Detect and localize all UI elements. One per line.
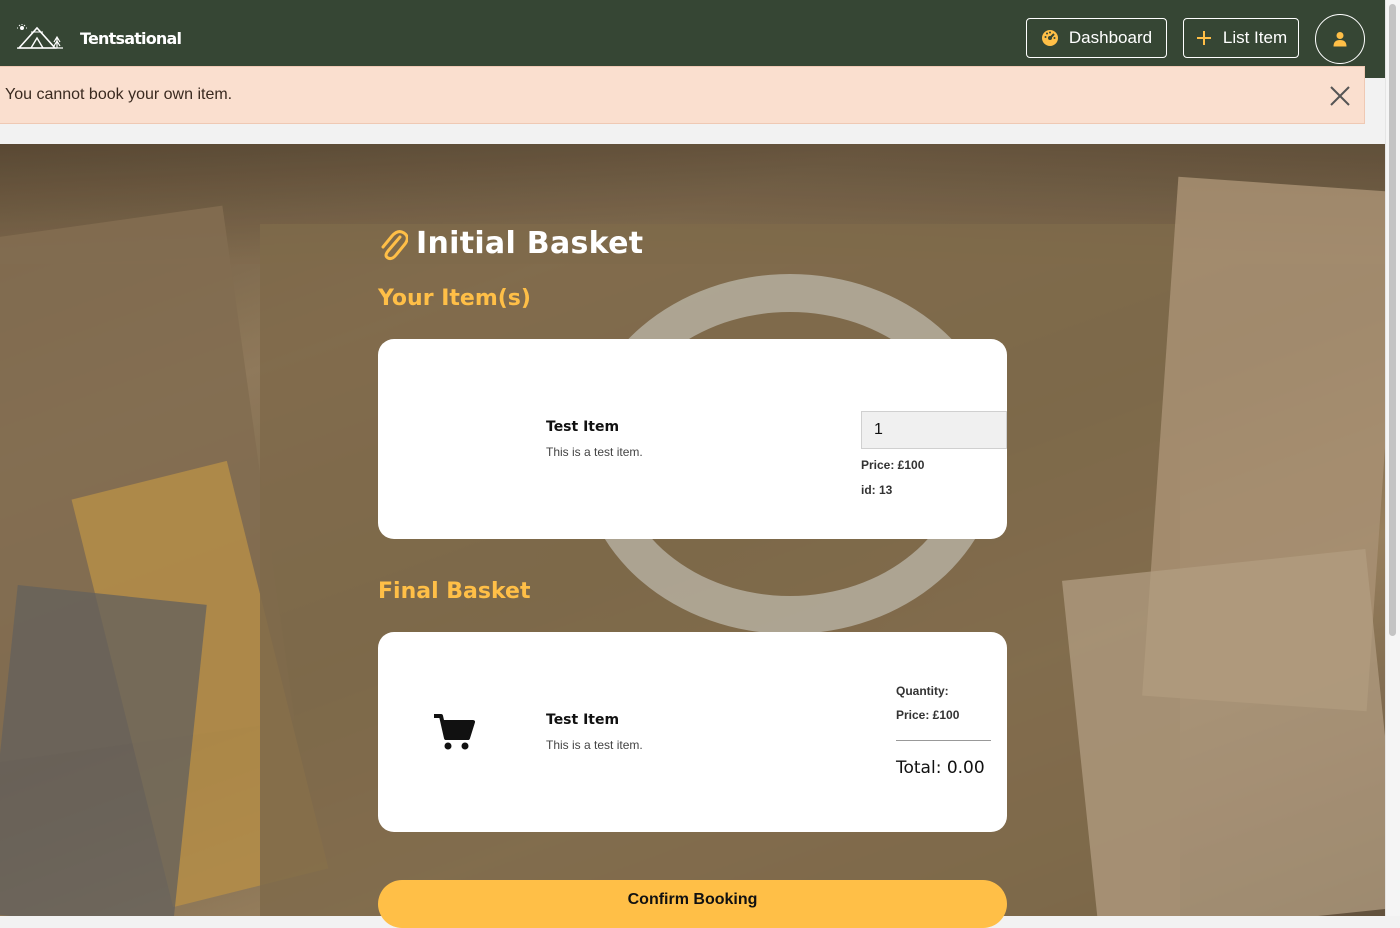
dashboard-button[interactable]: Dashboard (1026, 18, 1167, 58)
shopping-cart-icon (434, 714, 475, 750)
quantity-input[interactable] (861, 411, 1007, 449)
your-items-heading: Your Item(s) (378, 286, 531, 311)
dashboard-label: Dashboard (1068, 28, 1153, 47)
final-basket-card: Test Item This is a test item. Quantity:… (378, 632, 1007, 832)
item-price: Price: £100 (861, 458, 925, 472)
basket-total: Total: 0.00 (896, 758, 985, 778)
paperclip-icon (381, 229, 408, 260)
basket-item-name: Test Item (546, 712, 620, 728)
total-divider (896, 740, 991, 741)
basket-item-price: Price: £100 (896, 708, 960, 722)
your-item-card: Test Item This is a test item. Price: £1… (378, 339, 1007, 539)
user-menu-button[interactable] (1315, 14, 1365, 64)
dashboard-gauge-icon (1041, 29, 1059, 47)
basket-item-description: This is a test item. (546, 738, 643, 752)
page-title: Initial Basket (378, 226, 643, 261)
confirm-booking-button[interactable]: Confirm Booking (378, 880, 1007, 928)
brand-name[interactable]: Tentsational (80, 29, 182, 48)
basket-quantity-label: Quantity: (896, 684, 949, 698)
item-id: id: 13 (861, 483, 893, 497)
final-basket-heading: Final Basket (378, 579, 531, 604)
tent-logo-icon[interactable] (17, 24, 63, 52)
scrollbar-thumb[interactable] (1389, 4, 1396, 636)
error-alert: You cannot book your own item. (0, 66, 1365, 124)
list-item-button[interactable]: List Item (1183, 18, 1299, 58)
item-description: This is a test item. (546, 445, 643, 459)
alert-message: You cannot book your own item. (5, 86, 233, 103)
page-title-text: Initial Basket (416, 226, 644, 261)
plus-icon (1195, 29, 1213, 47)
item-name: Test Item (546, 419, 620, 435)
list-item-label: List Item (1222, 28, 1288, 47)
user-icon (1333, 32, 1347, 47)
close-icon[interactable] (1328, 84, 1352, 108)
